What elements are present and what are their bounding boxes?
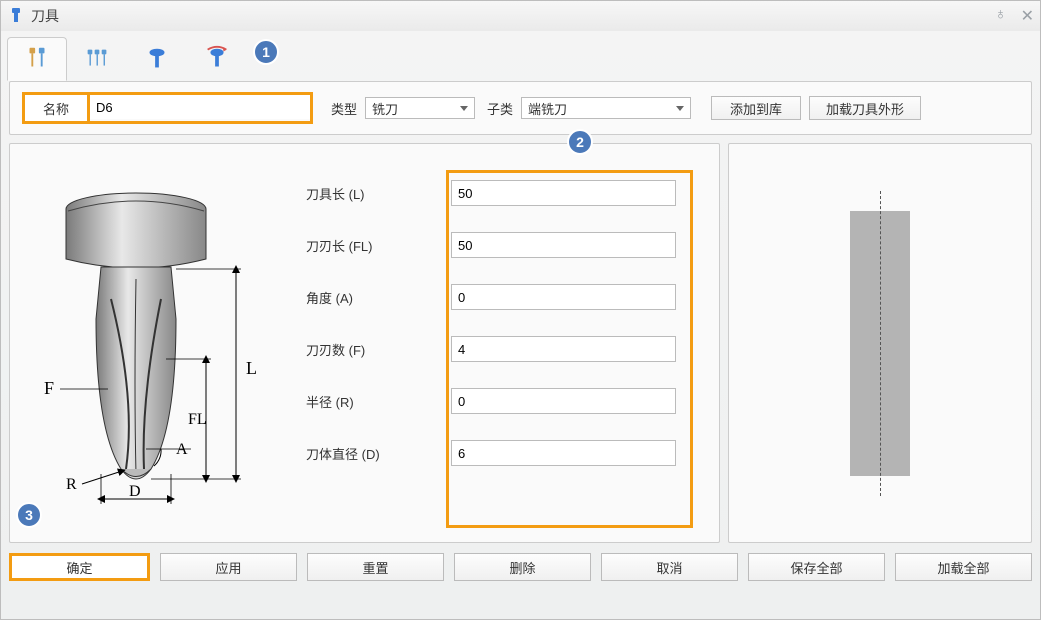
tab-tool-1[interactable] [7, 37, 67, 81]
close-icon[interactable]: ✕ [1021, 6, 1034, 26]
top-panel: 名称 类型 铣刀 子类 端铣刀 添加到库 加载刀具外形 [9, 81, 1032, 135]
label-flute-count: 刀刃数 (F) [306, 340, 451, 359]
input-angle[interactable] [451, 284, 676, 310]
add-to-library-button[interactable]: 添加到库 [711, 96, 801, 120]
save-all-button[interactable]: 保存全部 [748, 553, 885, 581]
input-radius[interactable] [451, 388, 676, 414]
type-label: 类型 [331, 99, 357, 118]
bottom-button-row: 确定 应用 重置 删除 取消 保存全部 加载全部 [9, 553, 1032, 581]
subtype-label: 子类 [487, 99, 513, 118]
tab-tool-4[interactable] [187, 37, 247, 81]
load-all-button[interactable]: 加载全部 [895, 553, 1032, 581]
cancel-button[interactable]: 取消 [601, 553, 738, 581]
name-label: 名称 [25, 95, 90, 121]
callout-1: 1 [253, 39, 279, 65]
type-dropdown[interactable]: 铣刀 [365, 97, 475, 119]
label-angle: 角度 (A) [306, 288, 451, 307]
input-tool-length[interactable] [451, 180, 676, 206]
name-group: 名称 [22, 92, 313, 124]
tab-tool-2[interactable] [67, 37, 127, 81]
name-input[interactable] [90, 95, 310, 119]
window-title: 刀具 [31, 6, 59, 26]
subtype-dropdown[interactable]: 端铣刀 [521, 97, 691, 119]
dim-A: A [176, 441, 188, 458]
dim-L: L [246, 358, 257, 378]
dim-D: D [129, 483, 141, 500]
input-flute-length[interactable] [451, 232, 676, 258]
label-radius: 半径 (R) [306, 392, 451, 411]
parameters-panel: L FL A F R [9, 143, 720, 543]
tool-dialog: 刀具 ♁ ✕ 1 名称 类型 [0, 0, 1041, 620]
dim-FL: FL [188, 411, 207, 428]
callout-3: 3 [16, 502, 42, 528]
reset-button[interactable]: 重置 [307, 553, 444, 581]
titlebar: 刀具 ♁ ✕ [1, 1, 1040, 31]
label-tool-length: 刀具长 (L) [306, 184, 451, 203]
callout-2: 2 [567, 129, 593, 155]
dim-F: F [44, 378, 54, 398]
dim-R: R [66, 476, 77, 493]
label-flute-length: 刀刃长 (FL) [306, 236, 451, 255]
delete-button[interactable]: 删除 [454, 553, 591, 581]
tool-preview [850, 211, 910, 476]
params-form: 刀具长 (L) 刀刃长 (FL) 角度 (A) 刀刃数 (F) [306, 156, 703, 522]
ok-button[interactable]: 确定 [9, 553, 150, 581]
content-row: L FL A F R [9, 143, 1032, 543]
label-diameter: 刀体直径 (D) [306, 444, 451, 463]
apply-button[interactable]: 应用 [160, 553, 297, 581]
input-flute-count[interactable] [451, 336, 676, 362]
help-icon[interactable]: ♁ [995, 6, 1007, 26]
load-tool-shape-button[interactable]: 加载刀具外形 [809, 96, 921, 120]
tab-tool-3[interactable] [127, 37, 187, 81]
input-diameter[interactable] [451, 440, 676, 466]
tab-strip: 1 [1, 31, 1040, 81]
tool-diagram: L FL A F R [26, 156, 276, 522]
preview-panel [728, 143, 1032, 543]
app-icon [7, 6, 25, 27]
centerline [880, 191, 881, 496]
